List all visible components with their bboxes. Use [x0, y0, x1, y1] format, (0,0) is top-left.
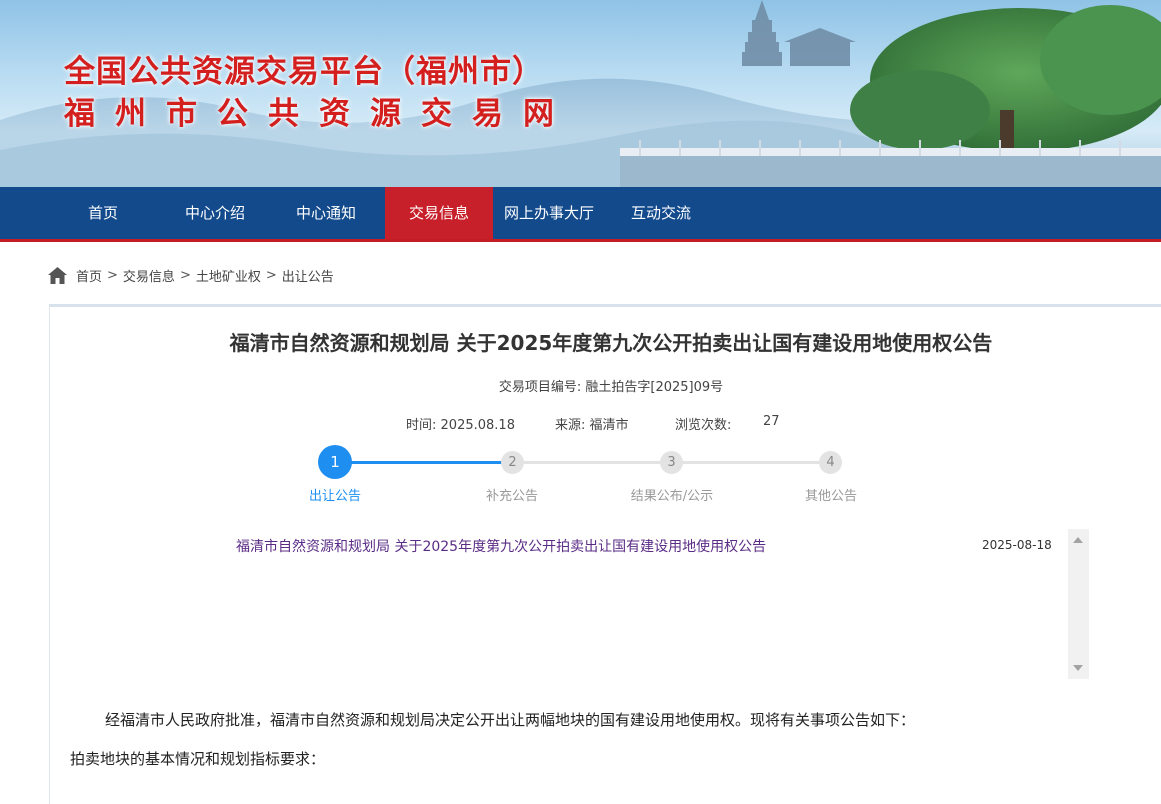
- view-count-value: 27: [763, 414, 780, 429]
- step-2-label[interactable]: 补充公告: [452, 485, 572, 504]
- source-value: 福清市: [589, 418, 629, 433]
- article-title: 福清市自然资源和规划局 关于2025年度第九次公开拍卖出让国有建设用地使用权公告: [229, 331, 993, 355]
- notice-list-item-link[interactable]: 福清市自然资源和规划局 关于2025年度第九次公开拍卖出让国有建设用地使用权公告: [236, 536, 766, 556]
- view-count-label: 浏览次数:: [675, 418, 732, 433]
- project-number-label: 交易项目编号:: [498, 380, 582, 395]
- header-banner: 全国公共资源交易平台（福州市） 福州市公共资源交易网: [0, 0, 1161, 187]
- publish-time-label: 时间:: [406, 418, 437, 433]
- breadcrumb-separator: >: [107, 267, 118, 283]
- step-3-label[interactable]: 结果公布/公示: [612, 485, 732, 504]
- nav-item-online-hall[interactable]: 网上办事大厅: [495, 187, 603, 239]
- publish-time-value: 2025.08.18: [440, 418, 515, 433]
- step-2-circle[interactable]: 2: [501, 451, 524, 474]
- project-number-value: 融土拍告字[2025]09号: [585, 380, 724, 395]
- nav-item-interaction[interactable]: 互动交流: [613, 187, 709, 239]
- breadcrumb-separator: >: [179, 267, 191, 283]
- step-4-label[interactable]: 其他公告: [771, 485, 891, 504]
- body-paragraph-1: 经福清市人民政府批准，福清市自然资源和规划局决定公开出让两幅地块的国有建设用地使…: [105, 711, 916, 729]
- notice-list-scrollbar[interactable]: [1068, 529, 1089, 679]
- nav-item-center-notice[interactable]: 中心通知: [278, 187, 374, 239]
- breadcrumb-separator: >: [265, 267, 277, 283]
- site-title-line2: 福州市公共资源交易网: [64, 96, 574, 132]
- body-paragraph-2: 拍卖地块的基本情况和规划指标要求：: [70, 750, 326, 768]
- publish-time: 时间: 2025.08.18: [406, 414, 515, 433]
- step-progress-line: [335, 461, 513, 464]
- step-3-circle[interactable]: 3: [660, 451, 683, 474]
- scroll-up-arrow-icon[interactable]: [1073, 537, 1083, 543]
- breadcrumb-transfer-notice[interactable]: 出让公告: [282, 266, 334, 285]
- home-icon: [48, 266, 67, 284]
- step-4-circle[interactable]: 4: [819, 451, 842, 474]
- breadcrumb-home[interactable]: 首页: [76, 266, 102, 285]
- source-label: 来源:: [555, 418, 586, 433]
- project-number: 交易项目编号: 融土拍告字[2025]09号: [0, 376, 1161, 395]
- nav-divider: [0, 239, 1161, 242]
- site-title-line1: 全国公共资源交易平台（福州市）: [64, 54, 544, 90]
- nav-item-home[interactable]: 首页: [55, 187, 151, 239]
- source: 来源: 福清市: [555, 414, 629, 433]
- breadcrumb-land-mineral[interactable]: 土地矿业权: [196, 266, 261, 285]
- breadcrumb: 首页 > 交易信息 > 土地矿业权 > 出让公告: [48, 265, 334, 285]
- notice-list-item-date: 2025-08-18: [982, 538, 1052, 552]
- nav-item-center-intro[interactable]: 中心介绍: [167, 187, 263, 239]
- step-1-label[interactable]: 出让公告: [275, 485, 395, 504]
- nav-item-trading-info[interactable]: 交易信息: [385, 187, 493, 239]
- step-1-circle[interactable]: 1: [318, 445, 352, 479]
- breadcrumb-trading-info[interactable]: 交易信息: [123, 266, 175, 285]
- scroll-down-arrow-icon[interactable]: [1073, 665, 1083, 671]
- main-nav: 首页 中心介绍 中心通知 交易信息 网上办事大厅 互动交流: [0, 187, 1161, 239]
